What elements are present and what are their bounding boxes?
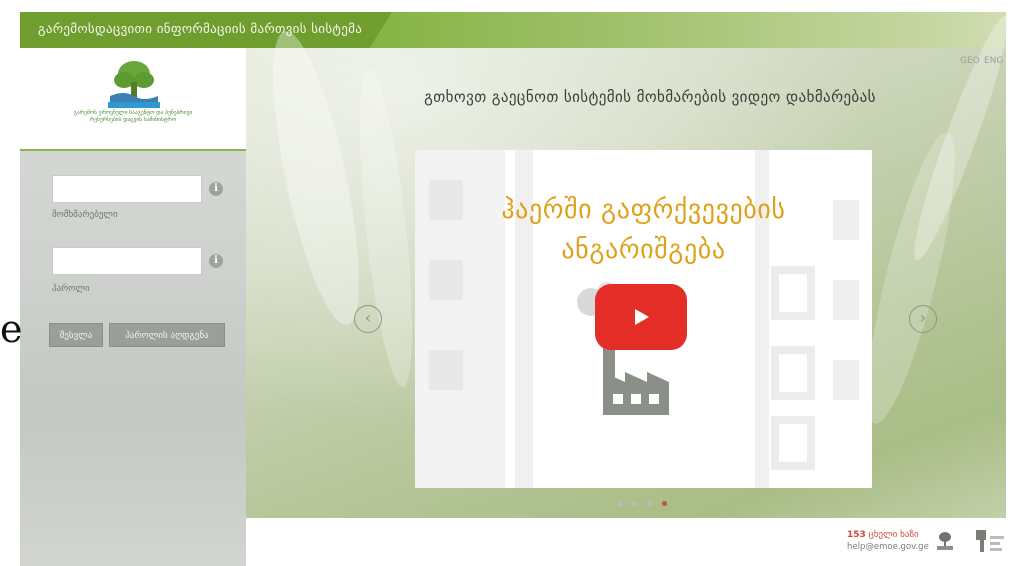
carousel-prev-button[interactable]: ‹ <box>354 305 382 333</box>
slide-title: ჰაერში გაფრქვევების ანგარიშგება <box>415 190 872 270</box>
youtube-play-icon[interactable] <box>595 284 687 350</box>
username-label: მომხმარებელი <box>52 210 118 220</box>
password-input[interactable] <box>52 247 202 275</box>
password-info-icon[interactable]: i <box>209 254 223 268</box>
lang-geo-link[interactable]: GEO <box>960 56 980 66</box>
tree-logo-icon <box>108 61 160 108</box>
carousel-indicators <box>617 501 667 506</box>
username-input[interactable] <box>52 175 202 203</box>
hotline-note: ცხელი ხაზი <box>868 530 919 540</box>
page-heading: გთხოვთ გაეცნოთ სისტემის მოხმარების ვიდეო… <box>424 88 876 106</box>
carousel-dot[interactable] <box>632 501 637 506</box>
username-info-icon[interactable]: i <box>209 182 223 196</box>
hotline-number: 153 <box>847 530 866 540</box>
edge-glyph: e <box>0 307 23 351</box>
video-slide[interactable]: ჰაერში გაფრქვევების ანგარიშგება <box>415 150 872 488</box>
lang-eng-link[interactable]: ENG <box>984 56 1003 66</box>
hotline: 153 ცხელი ხაზი <box>847 530 919 540</box>
password-recovery-button[interactable]: პაროლის აღდგენა <box>109 323 225 347</box>
carousel-dot-active[interactable] <box>662 501 667 506</box>
carousel-next-button[interactable]: › <box>909 305 937 333</box>
support-email[interactable]: help@emoe.gov.ge <box>847 542 929 552</box>
logo-caption: გარემოს ეროვნული სააგენტო და ბუნებრივი რ… <box>73 110 193 123</box>
ministry-emblem-icon[interactable] <box>934 530 956 552</box>
login-button[interactable]: შესვლა <box>49 323 103 347</box>
slide-title-line-2: ანგარიშგება <box>561 235 726 265</box>
carousel-dot[interactable] <box>617 501 622 506</box>
carousel-dot[interactable] <box>647 501 652 506</box>
password-label: პაროლი <box>52 284 90 294</box>
system-title: გარემოსდაცვითი ინფორმაციის მართვის სისტე… <box>20 12 392 48</box>
agency-logo-icon[interactable] <box>974 528 1006 554</box>
slide-title-line-1: ჰაერში გაფრქვევების <box>501 195 786 225</box>
logo-panel[interactable]: გარემოს ეროვნული სააგენტო და ბუნებრივი რ… <box>20 48 246 151</box>
